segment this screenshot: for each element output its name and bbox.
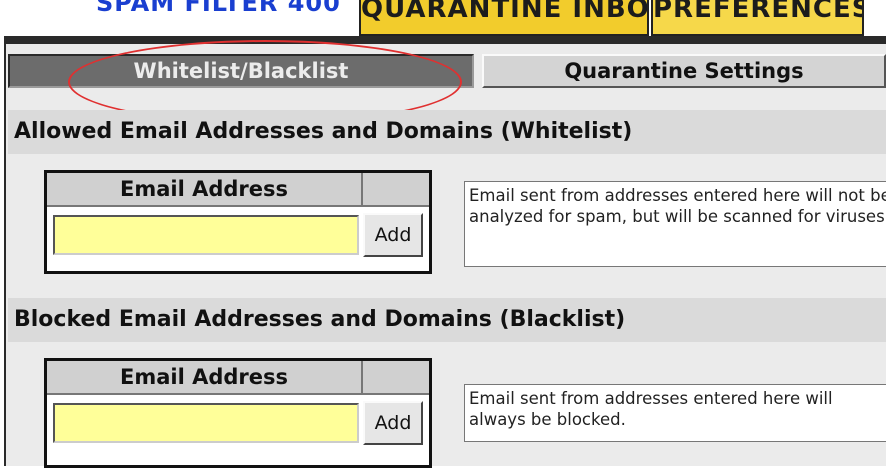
whitelist-column-email-address: Email Address xyxy=(47,173,363,205)
blacklist-add-button[interactable]: Add xyxy=(363,401,423,445)
blacklist-input-row: Add xyxy=(47,395,429,445)
whitelist-table-header: Email Address xyxy=(47,173,429,207)
whitelist-heading: Allowed Email Addresses and Domains (Whi… xyxy=(8,110,886,154)
whitelist-email-input[interactable] xyxy=(53,215,359,255)
brand-logo-text: SPAM FILTER 400 xyxy=(96,0,341,17)
subtab-whitelist-blacklist[interactable]: Whitelist/Blacklist xyxy=(8,54,474,88)
blacklist-column-blank xyxy=(363,361,429,393)
blacklist-entry-table: Email Address Add xyxy=(44,358,432,468)
blacklist-column-email-address: Email Address xyxy=(47,361,363,393)
top-bar: SPAM FILTER 400 QUARANTINE INBOX PREFERE… xyxy=(0,0,886,40)
whitelist-add-button[interactable]: Add xyxy=(363,213,423,257)
tab-quarantine-inbox[interactable]: QUARANTINE INBOX xyxy=(359,0,649,36)
preferences-subtabs: Whitelist/Blacklist Quarantine Settings xyxy=(8,54,886,88)
whitelist-column-blank xyxy=(363,173,429,205)
blacklist-email-input[interactable] xyxy=(53,403,359,443)
whitelist-entry-table: Email Address Add xyxy=(44,170,432,274)
whitelist-description: Email sent from addresses entered here w… xyxy=(464,181,886,267)
subtab-quarantine-settings[interactable]: Quarantine Settings xyxy=(482,54,886,88)
tab-preferences[interactable]: PREFERENCES xyxy=(651,0,864,36)
whitelist-input-row: Add xyxy=(47,207,429,257)
blacklist-description: Email sent from addresses entered here w… xyxy=(464,384,886,442)
blacklist-heading: Blocked Email Addresses and Domains (Bla… xyxy=(8,298,886,342)
blacklist-table-header: Email Address xyxy=(47,361,429,395)
